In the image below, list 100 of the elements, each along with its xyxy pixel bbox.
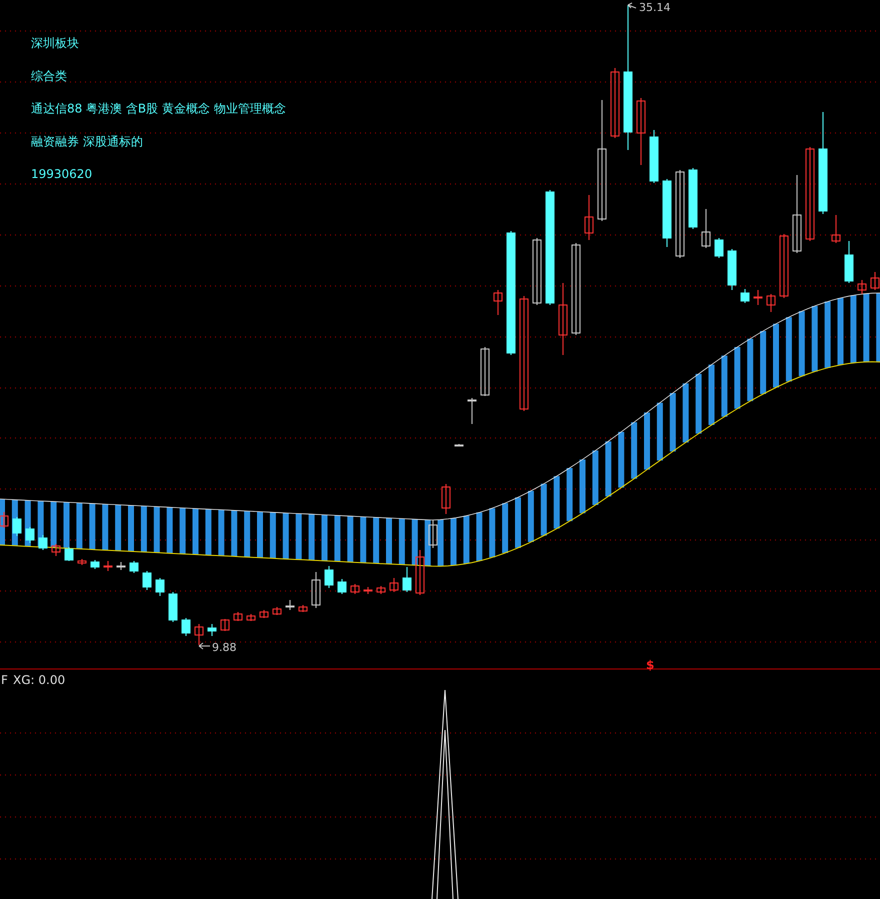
candlestick <box>740 288 750 304</box>
candlestick <box>376 586 386 594</box>
band-stripe <box>670 393 676 452</box>
band-stripe <box>347 516 354 562</box>
band-stripe <box>838 298 844 365</box>
candlestick <box>688 168 698 230</box>
band-stripe <box>580 459 586 514</box>
band-stripe <box>140 506 147 552</box>
candlestick <box>494 290 502 316</box>
candlestick <box>480 346 490 396</box>
candlestick <box>870 272 880 290</box>
band-stripe <box>631 422 638 479</box>
band-stripe <box>192 508 198 555</box>
candlestick <box>272 606 282 616</box>
band-stripe <box>166 507 173 554</box>
candlestick <box>194 624 204 646</box>
band-stripe <box>270 512 276 558</box>
band-stripe <box>438 520 444 566</box>
stock-info-text: 融资融券 深股通标的 <box>31 134 143 148</box>
candlestick <box>286 600 294 610</box>
band-stripe <box>812 306 818 372</box>
candlestick <box>38 534 48 550</box>
band-stripe <box>244 511 250 558</box>
pointer-icon <box>198 642 210 650</box>
candlestick <box>26 526 34 544</box>
signal-mark: $ <box>646 658 654 672</box>
band-stripe <box>0 499 5 546</box>
band-stripe <box>824 302 831 368</box>
band-stripe <box>218 510 224 556</box>
candlestick <box>0 512 8 528</box>
band-stripe <box>50 502 57 548</box>
candlestick <box>298 604 308 612</box>
band-stripe <box>798 311 805 376</box>
indicator-prefix: F <box>1 673 8 687</box>
band-stripe <box>734 347 740 409</box>
stock-info-text: 深圳板块 <box>31 36 79 50</box>
stock-info-text: 综合类 <box>31 68 67 83</box>
candlestick <box>442 484 450 514</box>
candlestick <box>766 294 776 312</box>
stock-info-text: 通达信88 粤港澳 含B股 黄金概念 物业管理概念 <box>31 102 286 116</box>
candlestick <box>844 240 854 284</box>
candlestick <box>832 214 840 244</box>
candlestick <box>416 550 424 596</box>
band-stripe <box>476 512 482 561</box>
candlestick <box>52 544 60 556</box>
band-stripe <box>257 512 263 558</box>
pointer-icon <box>628 2 636 8</box>
candlestick <box>116 562 126 570</box>
band-stripe <box>205 509 212 556</box>
band-stripe <box>554 476 560 529</box>
band-stripe <box>760 331 766 394</box>
band-stripe <box>412 519 418 566</box>
band-stripe <box>424 520 431 566</box>
candlestick <box>168 592 178 622</box>
band-stripe <box>450 518 456 566</box>
candlestick <box>12 516 22 536</box>
band-stripe <box>863 294 870 362</box>
candlestick <box>78 558 86 566</box>
band-stripe <box>24 500 31 546</box>
stock-info-text: 19930620 <box>31 167 92 182</box>
band-stripe <box>773 324 779 388</box>
candlestick <box>714 238 724 258</box>
band-stripe <box>696 374 702 434</box>
band-stripe <box>296 514 302 560</box>
candlestick <box>234 612 242 622</box>
candlestick <box>454 444 464 446</box>
candlestick <box>662 178 672 248</box>
band-stripe <box>747 338 754 402</box>
band-stripe <box>515 497 521 548</box>
candlestick <box>182 618 190 636</box>
band-stripe <box>12 500 18 546</box>
low-price-label: 9.88 <box>212 641 236 654</box>
candlestick <box>260 610 268 618</box>
candlestick <box>468 398 476 424</box>
candlestick <box>130 560 138 574</box>
band-stripe <box>334 515 340 562</box>
candlestick <box>610 68 620 138</box>
band-stripe <box>102 504 108 550</box>
candlestick <box>104 560 112 572</box>
band-stripe <box>850 295 856 363</box>
high-price-label: 35.14 <box>639 1 670 14</box>
band-stripe <box>64 502 70 548</box>
candlestick <box>402 566 412 592</box>
band-stripe <box>489 508 496 558</box>
band-stripe <box>154 506 160 553</box>
band-stripe <box>592 450 598 505</box>
band-stripe <box>463 516 470 564</box>
candlestick <box>338 578 346 594</box>
candlestick <box>780 234 788 298</box>
candlestick <box>364 586 372 594</box>
band-stripe <box>682 383 689 442</box>
band-stripe <box>76 502 82 549</box>
candlestick <box>350 584 360 594</box>
band-stripe <box>360 516 366 563</box>
band-stripe <box>502 503 508 553</box>
band-stripe <box>566 468 573 522</box>
candlestick <box>532 238 542 306</box>
band-stripe <box>708 364 714 426</box>
band-stripe <box>540 484 547 536</box>
candlestick <box>428 520 438 548</box>
